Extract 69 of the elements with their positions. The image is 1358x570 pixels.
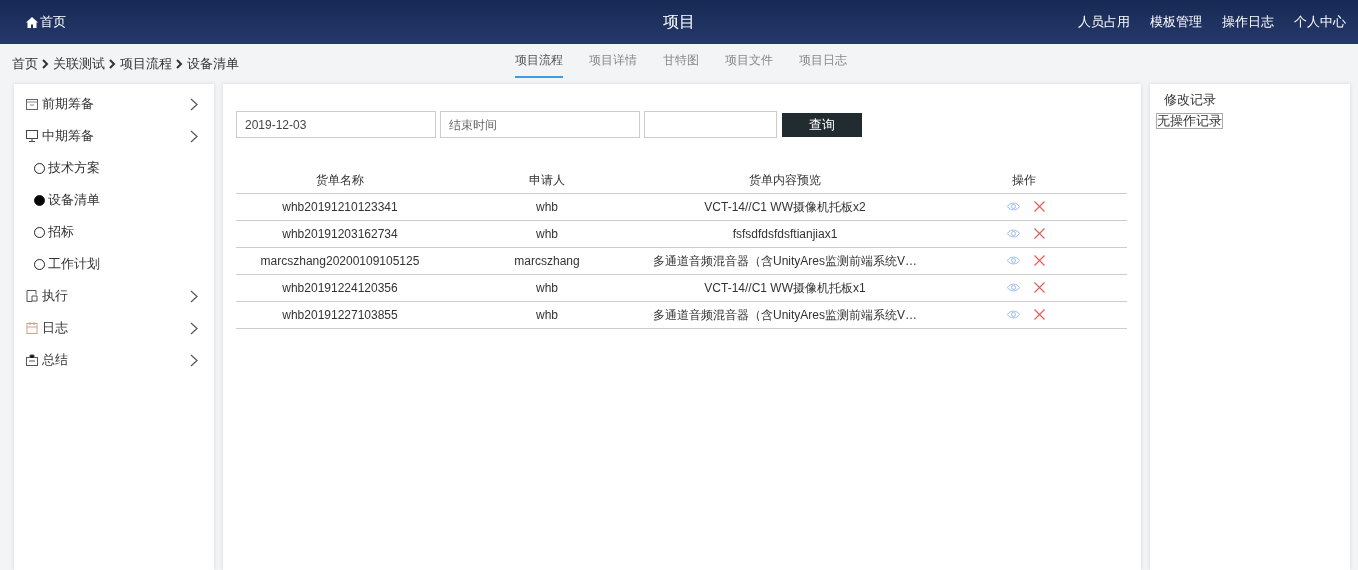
table-cell: VCT-14//C1 WW摄像机托板x1 [650, 274, 920, 301]
home-icon [26, 16, 38, 28]
chevron-right-icon [190, 289, 198, 303]
breadcrumb-link[interactable]: 首页 [12, 54, 38, 74]
sidebar-item[interactable]: 总结 [26, 344, 198, 376]
table-cell: whb20191210123341 [236, 193, 444, 220]
breadcrumb-link[interactable]: 关联测试 [53, 54, 105, 74]
breadcrumb-link[interactable]: 设备清单 [187, 54, 239, 74]
column-header: 货单内容预览 [650, 167, 920, 193]
chevron-right-icon [176, 59, 183, 69]
calendar-icon [26, 98, 38, 110]
sidebar-item[interactable]: 中期筹备 [26, 120, 198, 152]
nav-link[interactable]: 个人中心 [1294, 12, 1346, 32]
table-cell: whb [444, 220, 650, 247]
table-cell: whb [444, 301, 650, 328]
empty-message: 无操作记录 [1156, 113, 1223, 129]
sidebar-subitem[interactable]: 设备清单 [26, 184, 198, 216]
eye-icon[interactable] [1007, 229, 1020, 238]
eye-icon[interactable] [1007, 283, 1020, 292]
close-icon[interactable] [1034, 201, 1045, 212]
chevron-right-icon [109, 59, 116, 69]
sidebar-item[interactable]: 执行 [26, 280, 198, 312]
chevron-right-icon [190, 321, 198, 335]
document-icon [26, 290, 38, 302]
search-button[interactable]: 查询 [782, 112, 862, 137]
column-header: 申请人 [444, 167, 650, 193]
tab[interactable]: 项目流程 [515, 44, 563, 78]
eye-icon[interactable] [1007, 202, 1020, 211]
search-field[interactable] [644, 111, 777, 138]
home-link[interactable]: 首页 [26, 12, 66, 32]
close-icon[interactable] [1034, 282, 1045, 293]
table-cell: whb20191224120356 [236, 274, 444, 301]
chevron-right-icon [42, 59, 49, 69]
close-icon[interactable] [1034, 228, 1045, 239]
page-title: 项目 [663, 12, 695, 32]
eye-icon[interactable] [1007, 256, 1020, 265]
sidebar-subitem[interactable]: 工作计划 [26, 248, 198, 280]
table-cell: whb20191227103855 [236, 301, 444, 328]
nav-link[interactable]: 人员占用 [1078, 12, 1130, 32]
sidebar-subitem[interactable]: 技术方案 [26, 152, 198, 184]
chevron-right-icon [190, 97, 198, 111]
table-cell: 多通道音频混音器（含UnityAres监测前端系统V… [650, 247, 920, 274]
panel-title: 修改记录 [1163, 91, 1217, 108]
table-cell: 多通道音频混音器（含UnityAres监测前端系统V… [650, 301, 920, 328]
column-header: 货单名称 [236, 167, 444, 193]
table-cell: VCT-14//C1 WW摄像机托板x2 [650, 193, 920, 220]
calendar-icon [26, 322, 38, 334]
table-cell: whb [444, 193, 650, 220]
chevron-right-icon [190, 129, 198, 143]
close-icon[interactable] [1034, 309, 1045, 320]
end-date-field[interactable]: 结束时间 [440, 111, 640, 138]
table-cell: marcszhang [444, 247, 650, 274]
monitor-icon [26, 130, 38, 142]
sidebar-item[interactable]: 前期筹备 [26, 88, 198, 120]
eye-icon[interactable] [1007, 310, 1020, 319]
chevron-right-icon [190, 353, 198, 367]
sidebar-subitem[interactable]: 招标 [26, 216, 198, 248]
start-date-field[interactable]: 2019-12-03 [236, 111, 436, 138]
close-icon[interactable] [1034, 255, 1045, 266]
table-cell: whb [444, 274, 650, 301]
column-header: 操作 [920, 167, 1127, 193]
breadcrumb-link[interactable]: 项目流程 [120, 54, 172, 74]
table-cell: whb20191203162734 [236, 220, 444, 247]
table-cell: marcszhang20200109105125 [236, 247, 444, 274]
table-cell: fsfsdfdsfdsftianjiax1 [650, 220, 920, 247]
briefcase-icon [26, 354, 38, 366]
nav-link[interactable]: 模板管理 [1150, 12, 1202, 32]
sidebar-item[interactable]: 日志 [26, 312, 198, 344]
nav-link[interactable]: 操作日志 [1222, 12, 1274, 32]
